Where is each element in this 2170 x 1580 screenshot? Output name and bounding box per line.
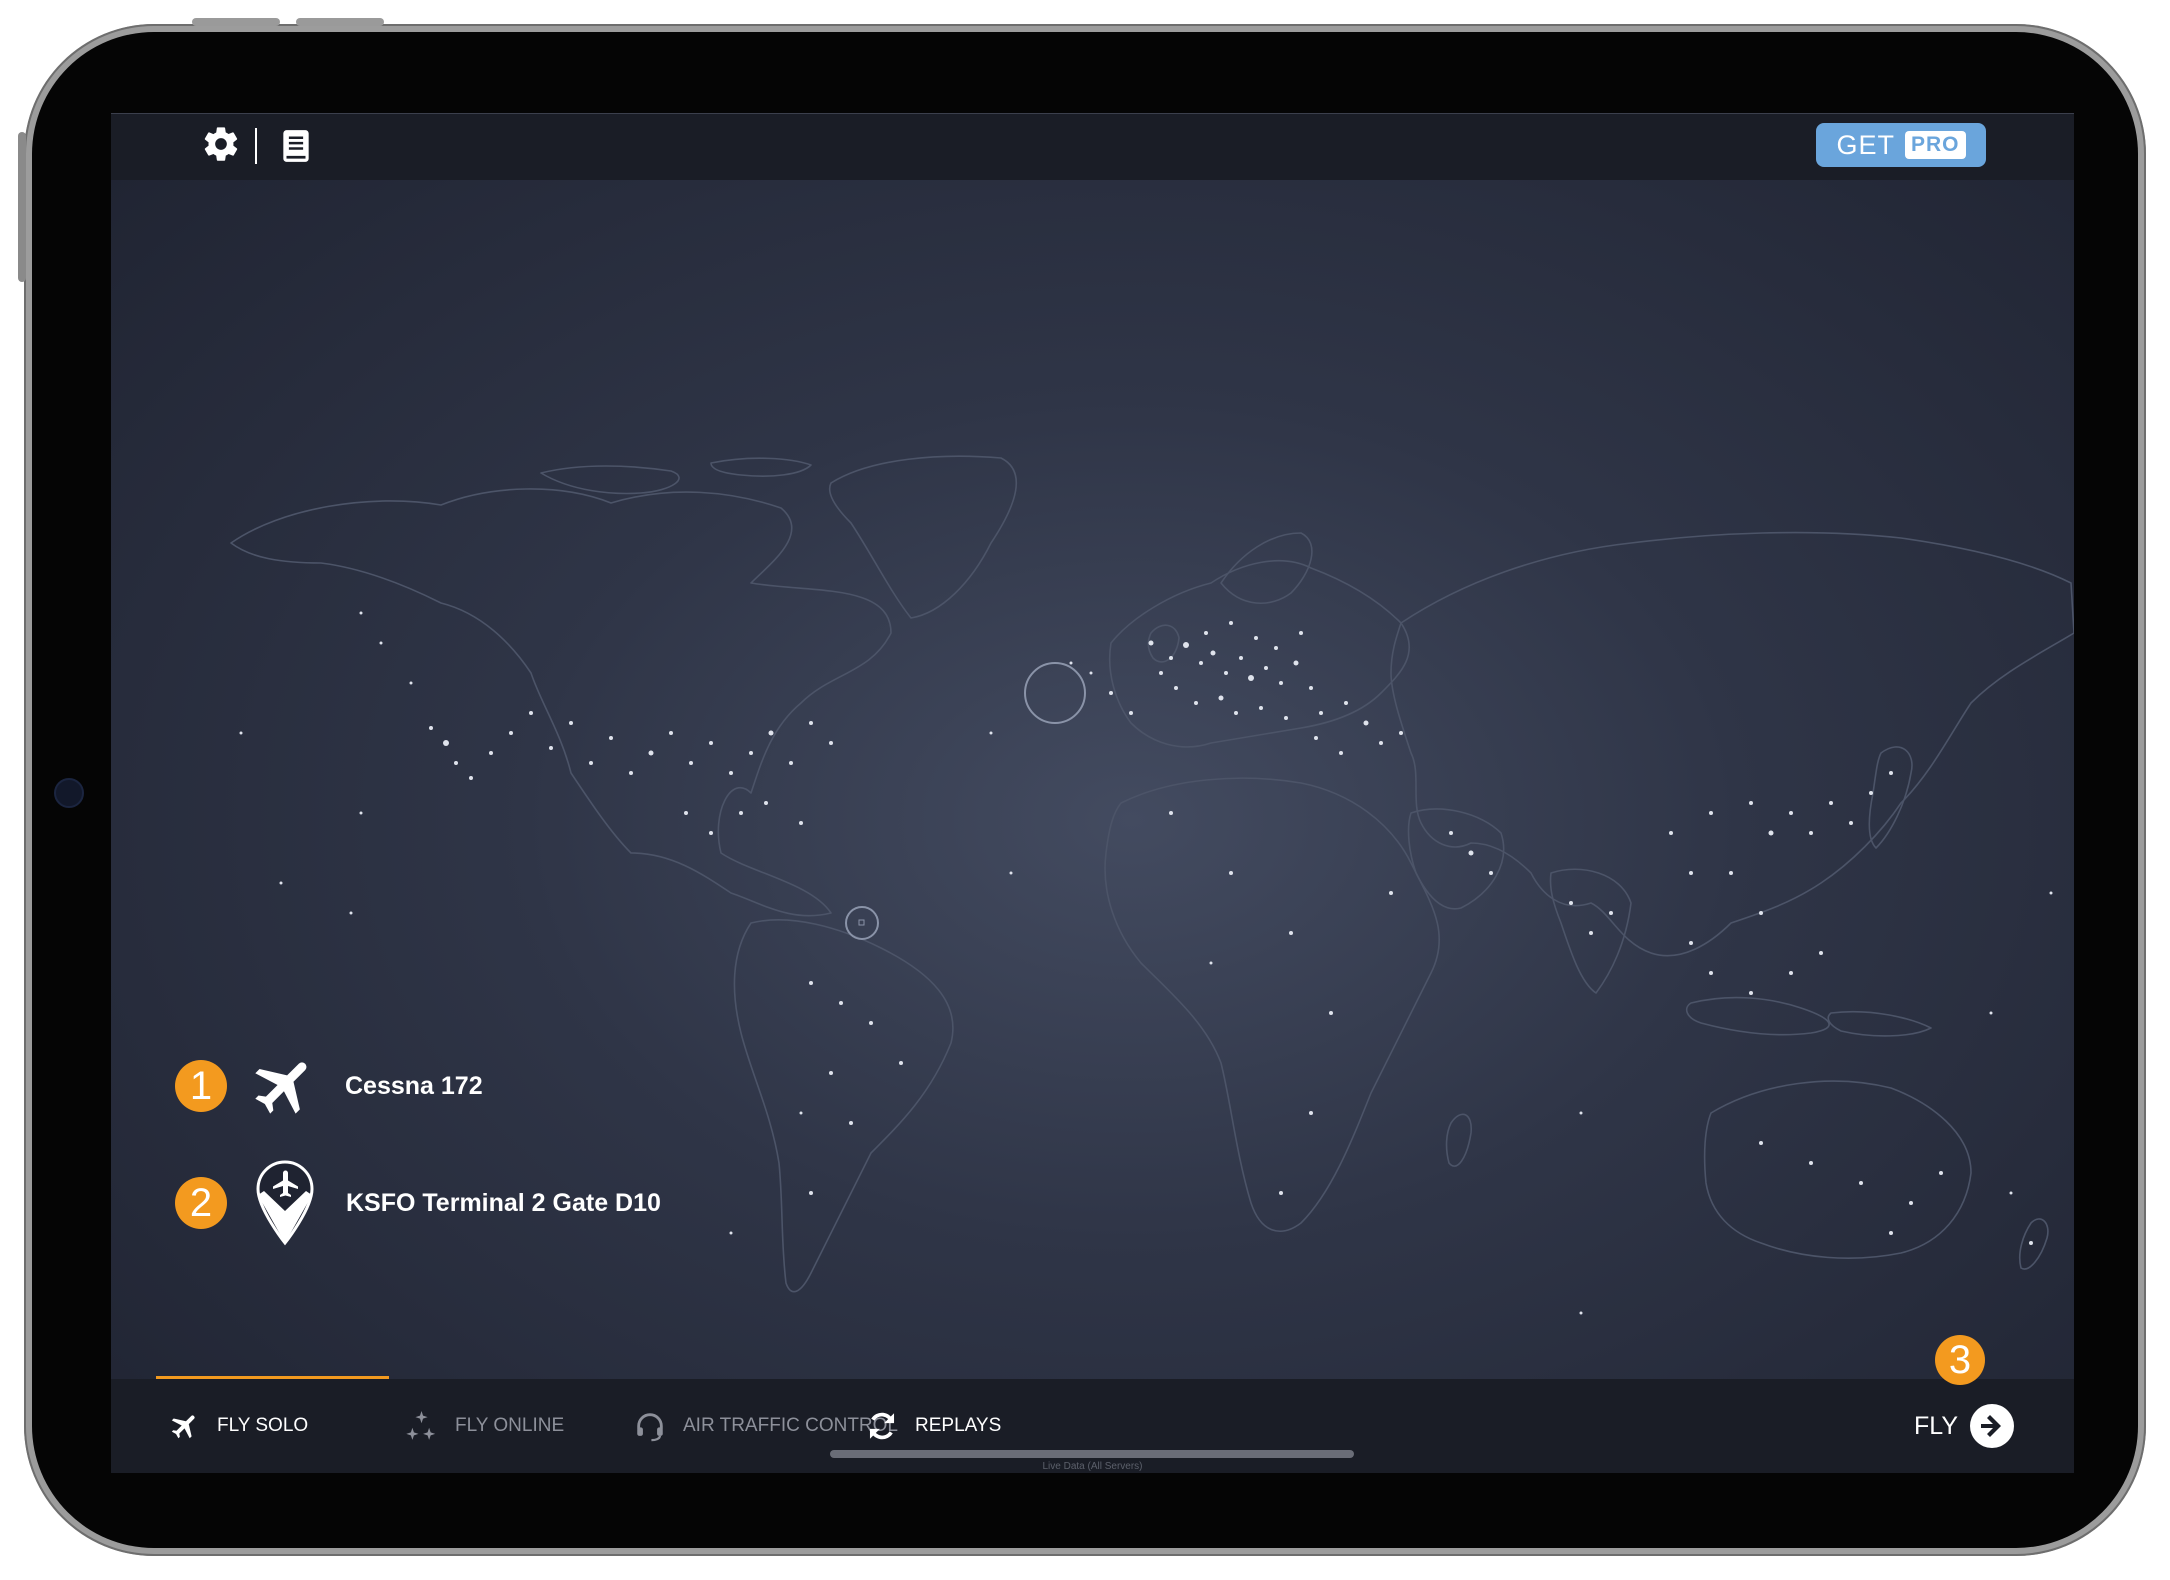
- step-badge-1: 1: [175, 1060, 227, 1112]
- tab-label: FLY ONLINE: [455, 1415, 565, 1436]
- hardware-button-side: [18, 132, 26, 282]
- location-label: KSFO Terminal 2 Gate D10: [346, 1188, 661, 1217]
- aircraft-label: Cessna 172: [345, 1071, 483, 1100]
- step-badge-2: 2: [175, 1177, 227, 1229]
- refresh-icon: [869, 1412, 895, 1440]
- fly-button[interactable]: FLY: [1914, 1379, 2016, 1473]
- aircraft-selector[interactable]: 1 Cessna 172: [175, 1050, 483, 1122]
- map-arctic-islands: [540, 457, 812, 495]
- map-japan: [1868, 746, 1913, 849]
- map-madagascar: [1445, 1113, 1472, 1167]
- map-arabia: [1407, 808, 1505, 910]
- map-greenland: [829, 455, 1018, 619]
- app-screen: GET PRO 1 Cessna 172 2 KSFO Terminal 2 G…: [111, 113, 2074, 1473]
- map-north-america: [230, 488, 892, 917]
- map-location-marker: [845, 906, 879, 940]
- map-australia: [1703, 1080, 1972, 1259]
- arrow-right-icon: [1970, 1404, 2014, 1448]
- front-camera: [54, 778, 84, 808]
- airport-pin-icon: [256, 1160, 314, 1246]
- step-badge-3: 3: [1935, 1335, 1985, 1385]
- tab-replays[interactable]: REPLAYS: [865, 1379, 1001, 1473]
- tab-label: FLY SOLO: [217, 1415, 309, 1436]
- airplane-icon: [171, 1415, 195, 1439]
- tab-fly-solo[interactable]: FLY SOLO: [169, 1379, 308, 1473]
- book-icon[interactable]: [277, 126, 315, 166]
- hardware-button-top-1: [192, 18, 280, 26]
- map-south-america: [733, 919, 954, 1293]
- live-data-status: Live Data (All Servers): [1042, 1461, 1143, 1472]
- get-label: GET: [1836, 129, 1895, 160]
- world-map[interactable]: [111, 113, 2074, 1473]
- map-asia: [1390, 531, 2074, 957]
- multiplayer-icon: [406, 1411, 436, 1440]
- pro-badge: PRO: [1905, 131, 1966, 159]
- get-pro-button[interactable]: GET PRO: [1816, 123, 1986, 167]
- location-selector[interactable]: 2 KSFO Terminal 2 Gate D10: [175, 1159, 661, 1247]
- airplane-icon: [255, 1062, 307, 1114]
- fly-label: FLY: [1914, 1411, 1958, 1440]
- bottom-tab-bar: FLY SOLO FLY ONLINE AIR TRAFFIC CONTROL: [111, 1379, 2074, 1473]
- map-new-zealand: [2018, 1218, 2049, 1270]
- topbar-divider: [255, 128, 257, 164]
- map-region-highlight: [1024, 662, 1086, 724]
- top-bar: GET PRO: [111, 113, 2074, 180]
- map-indonesia: [1685, 996, 1932, 1037]
- tab-fly-online[interactable]: FLY ONLINE: [401, 1379, 564, 1473]
- hardware-button-top-2: [296, 18, 384, 26]
- tab-air-traffic-control[interactable]: AIR TRAFFIC CONTROL: [633, 1379, 898, 1473]
- map-africa: [1104, 777, 1440, 1232]
- headset-icon: [637, 1413, 663, 1442]
- map-scandinavia: [1220, 532, 1313, 604]
- gear-icon[interactable]: [201, 124, 241, 164]
- home-indicator[interactable]: [830, 1450, 1354, 1458]
- tab-label: REPLAYS: [915, 1415, 1002, 1436]
- map-europe: [1108, 560, 1411, 748]
